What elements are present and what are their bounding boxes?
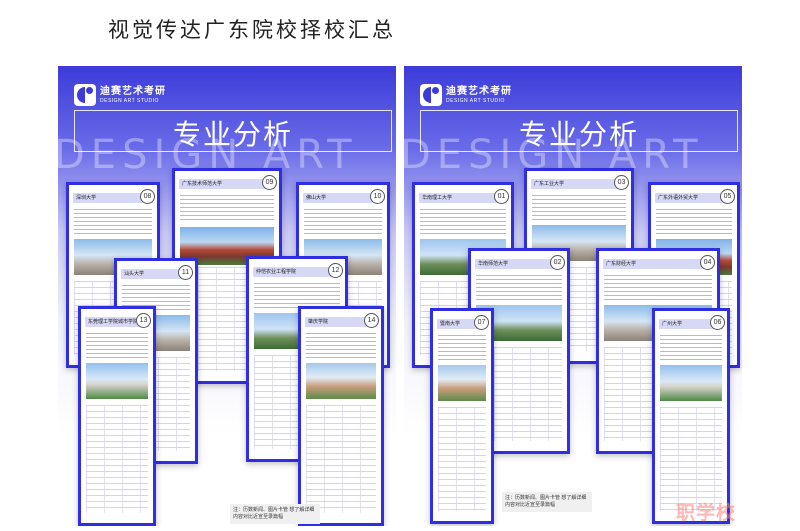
footer-watermark: 职学校 — [676, 503, 737, 524]
logo-icon — [420, 84, 442, 106]
campus-photo — [306, 363, 376, 399]
card-number: 04 — [700, 255, 715, 270]
card-number: 03 — [614, 175, 629, 190]
school-name: 广州大学 — [662, 321, 683, 327]
logo-subtitle: DESIGN ART STUDIO — [446, 97, 505, 104]
school-name: 东莞理工学院城市学院 — [88, 319, 139, 325]
school-name: 肇庆学院 — [308, 319, 329, 325]
studio-logo: 迪赛艺术考研 DESIGN ART STUDIO — [74, 84, 166, 106]
school-name: 华南理工大学 — [422, 195, 453, 201]
card-number: 01 — [494, 189, 509, 204]
footnote: 注：历数新闻、图片卡管 想了解详细内容对比近宣至录篇幅 — [502, 492, 592, 512]
school-name: 广东工业大学 — [534, 181, 565, 187]
school-name: 广东外语外贸大学 — [658, 195, 699, 201]
poster-panel-left: 迪赛艺术考研 DESIGN ART STUDIO 专业分析 DESIGN ART… — [58, 66, 396, 526]
school-card: 广州大学 06 — [652, 308, 730, 524]
studio-logo: 迪赛艺术考研 DESIGN ART STUDIO — [420, 84, 512, 106]
school-name: 暨南大学 — [440, 321, 461, 327]
school-name: 仲恺农业工程学院 — [256, 269, 297, 275]
card-number: 06 — [710, 315, 725, 330]
card-number: 12 — [328, 263, 343, 278]
school-card: 东莞理工学院城市学院 13 — [78, 306, 156, 526]
card-number: 02 — [550, 255, 565, 270]
card-number: 13 — [136, 313, 151, 328]
school-name: 广东技术师范大学 — [182, 181, 223, 187]
campus-photo — [438, 365, 486, 401]
school-card: 暨南大学 07 — [430, 308, 494, 524]
logo-subtitle: DESIGN ART STUDIO — [100, 97, 159, 104]
school-name: 华南师范大学 — [478, 261, 509, 267]
school-card: 肇庆学院 14 — [298, 306, 384, 526]
card-number: 07 — [474, 315, 489, 330]
school-name: 佛山大学 — [306, 195, 327, 201]
campus-photo — [86, 363, 148, 399]
logo-name: 迪赛艺术考研 — [100, 85, 166, 97]
card-number: 14 — [364, 313, 379, 328]
logo-icon — [74, 84, 96, 106]
card-number: 10 — [370, 189, 385, 204]
card-number: 11 — [178, 265, 193, 280]
poster-panel-right: 迪赛艺术考研 DESIGN ART STUDIO 专业分析 DESIGN ART… — [404, 66, 742, 526]
school-name: 汕头大学 — [124, 271, 145, 277]
campus-photo — [660, 365, 722, 401]
page-title: 视觉传达广东院校择校汇总 — [108, 18, 396, 42]
school-name: 深圳大学 — [76, 195, 97, 201]
card-number: 05 — [720, 189, 735, 204]
card-number: 09 — [262, 175, 277, 190]
school-name: 广东财经大学 — [606, 261, 637, 267]
card-number: 08 — [140, 189, 155, 204]
logo-name: 迪赛艺术考研 — [446, 85, 512, 97]
footnote: 注：历数新闻、图片卡管 想了解详细内容对比近宣至录篇幅 — [230, 504, 320, 524]
